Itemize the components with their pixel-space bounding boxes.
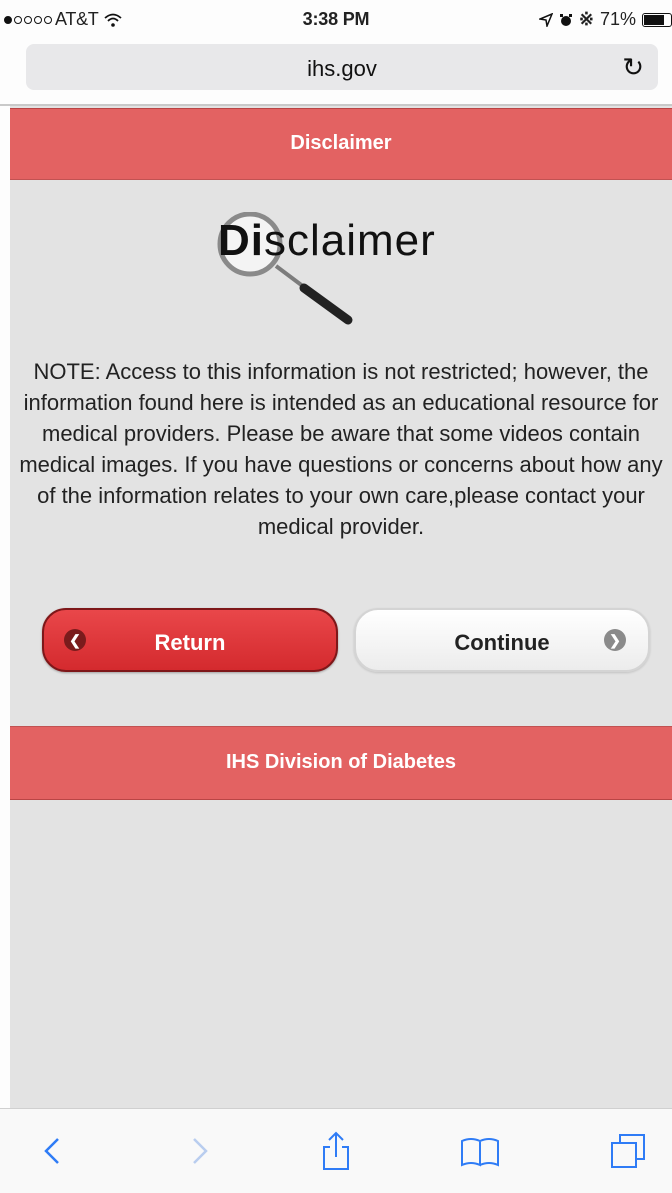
logo-text-rest: sclaimer [264,216,436,265]
battery-percent: 71% [599,9,636,29]
disclaimer-logo: Disclaimer [214,212,484,332]
url-domain[interactable]: ihs.gov [26,56,658,82]
footer-title: IHS Division of Diabetes [225,751,457,773]
bookmarks-icon[interactable] [458,1129,502,1173]
logo-text: Disclaimer [218,216,436,266]
page-title: Disclaimer [290,132,392,154]
status-bar: AT&T 3:38 PM ※ 71% [0,0,672,36]
status-right: ※ 71% [538,9,672,30]
continue-button[interactable]: Continue ❯ [354,608,650,672]
return-label: Return [154,630,226,655]
back-icon[interactable] [32,1129,76,1173]
location-icon [538,12,553,27]
reload-icon[interactable]: ↻ [622,52,644,83]
forward-icon[interactable] [176,1129,220,1173]
alarm-icon [559,13,572,26]
tabs-icon[interactable] [606,1129,650,1173]
battery-icon [642,12,672,27]
address-bar[interactable]: ihs.gov ↻ [26,44,658,90]
return-button[interactable]: ❮ Return [42,608,338,672]
page-header: Disclaimer [10,108,672,180]
bluetooth-icon: ※ [578,9,594,29]
share-icon[interactable] [314,1129,358,1173]
browser-toolbar [0,1108,672,1193]
page-footer: IHS Division of Diabetes [10,726,672,800]
disclaimer-notice: NOTE: Access to this information is not … [19,359,663,539]
logo-text-bold: Di [218,216,264,265]
chevron-right-icon: ❯ [604,629,626,651]
